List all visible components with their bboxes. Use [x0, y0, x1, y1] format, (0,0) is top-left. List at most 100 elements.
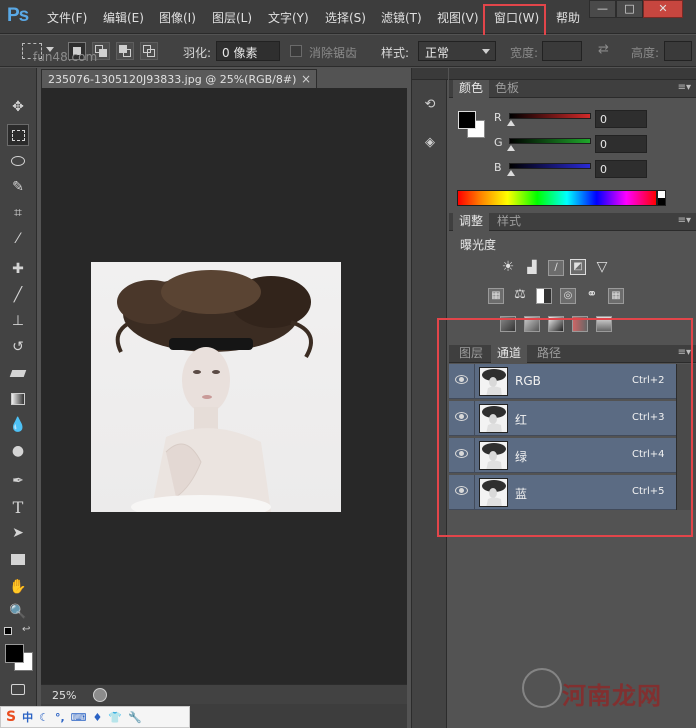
blue-slider[interactable]	[509, 163, 591, 169]
close-window-button[interactable]: ✕	[643, 0, 683, 18]
channels-highlight-box	[437, 318, 693, 537]
color-spectrum-ramp[interactable]	[457, 190, 657, 206]
brightness-contrast-icon[interactable]: ☀	[500, 260, 516, 276]
foreground-color-swatch[interactable]	[5, 644, 24, 663]
channel-mixer-icon[interactable]: ⚭	[584, 288, 600, 304]
menu-edit[interactable]: 编辑(E)	[103, 9, 144, 26]
type-tool-icon[interactable]: T	[7, 496, 29, 518]
canvas-area[interactable]	[41, 88, 407, 684]
panel-foreground-swatch[interactable]	[458, 111, 476, 129]
zoom-tool-icon[interactable]: 🔍	[7, 601, 29, 623]
clone-stamp-tool-icon[interactable]: ⊥	[7, 310, 29, 332]
minimize-button[interactable]: —	[589, 0, 616, 18]
close-document-icon[interactable]: ×	[301, 72, 311, 86]
red-value-input[interactable]: 0	[595, 110, 647, 128]
adjustments-panel-menu-icon[interactable]: ≡▾	[678, 215, 691, 226]
width-label: 宽度:	[510, 46, 539, 60]
eyedropper-tool-icon[interactable]: ⁄	[7, 228, 29, 250]
color-panel-menu-icon[interactable]: ≡▾	[678, 82, 691, 93]
eraser-tool-icon[interactable]	[7, 362, 29, 384]
sogou-logo[interactable]: S	[6, 709, 16, 725]
black-white-ramp[interactable]	[657, 190, 666, 206]
exposure-icon[interactable]: ◩	[570, 259, 586, 275]
menu-type[interactable]: 文字(Y)	[268, 9, 309, 26]
swap-colors-icon[interactable]: ↩	[22, 624, 30, 635]
intersect-selection-button[interactable]	[140, 42, 158, 60]
pen-tool-icon[interactable]: ✒	[7, 470, 29, 492]
default-colors-icon[interactable]	[4, 627, 12, 635]
tab-color[interactable]: 颜色	[453, 80, 490, 98]
keyboard-icon[interactable]: ⌨	[71, 711, 87, 724]
menu-select[interactable]: 选择(S)	[325, 9, 366, 26]
swap-dimensions-icon[interactable]: ⇄	[598, 42, 609, 57]
antialias-checkbox[interactable]	[290, 45, 302, 57]
levels-icon[interactable]: ▟	[524, 260, 540, 276]
subtract-selection-button[interactable]	[116, 42, 134, 60]
blue-channel-label: B	[494, 161, 502, 174]
history-brush-tool-icon[interactable]: ↺	[7, 336, 29, 358]
document-info-icon[interactable]	[93, 688, 107, 702]
menu-image[interactable]: 图像(I)	[159, 9, 196, 26]
style-select[interactable]: 正常	[418, 41, 496, 61]
history-panel-icon[interactable]: ⟲	[420, 94, 440, 114]
vibrance-icon[interactable]: ▽	[594, 260, 610, 276]
crop-tool-icon[interactable]: ⌗	[7, 202, 29, 224]
menu-view[interactable]: 视图(V)	[437, 9, 479, 26]
moon-icon[interactable]: ☾	[39, 711, 49, 724]
dock-collapse-bar[interactable]	[412, 68, 448, 80]
height-input[interactable]	[664, 41, 692, 61]
marquee-tool-icon[interactable]	[7, 124, 29, 146]
voice-icon[interactable]: ♦	[93, 711, 103, 724]
red-slider[interactable]	[509, 113, 591, 119]
ime-language-toggle[interactable]: 中	[22, 709, 33, 725]
style-value: 正常	[425, 46, 450, 60]
green-value-input[interactable]: 0	[595, 135, 647, 153]
brush-tool-icon[interactable]: ╱	[7, 284, 29, 306]
punctuation-icon[interactable]: °,	[55, 711, 65, 724]
move-tool-icon[interactable]: ✥	[7, 96, 29, 118]
feather-input[interactable]: 0 像素	[216, 41, 280, 61]
red-slider-thumb[interactable]	[507, 120, 515, 126]
rectangle-tool-icon[interactable]	[7, 548, 29, 570]
zoom-level[interactable]: 25%	[52, 689, 76, 702]
adjustments-panel-tabs: 调整 样式 ≡▾	[449, 213, 696, 231]
tab-styles[interactable]: 样式	[491, 213, 527, 231]
menu-help[interactable]: 帮助	[556, 9, 580, 26]
gradient-tool-icon[interactable]	[7, 388, 29, 410]
site-watermark: fun48.com	[33, 50, 98, 64]
curves-icon[interactable]: ∕	[548, 260, 564, 276]
antialias-label: 消除锯齿	[309, 46, 358, 60]
photo-filter-icon[interactable]: ◎	[560, 288, 576, 304]
maximize-button[interactable]: □	[616, 0, 643, 18]
height-label: 高度:	[631, 46, 660, 60]
skin-icon[interactable]: 👕	[108, 711, 122, 724]
black-white-icon[interactable]	[536, 288, 552, 304]
quick-mask-icon[interactable]	[7, 678, 29, 700]
wrench-icon[interactable]: 🔧	[128, 711, 142, 724]
quick-select-tool-icon[interactable]: ✎	[7, 176, 29, 198]
style-chevron-down-icon	[482, 49, 490, 54]
lasso-tool-icon[interactable]	[7, 150, 29, 172]
blur-tool-icon[interactable]: 💧	[7, 414, 29, 436]
green-slider[interactable]	[509, 138, 591, 144]
blue-slider-thumb[interactable]	[507, 170, 515, 176]
healing-brush-tool-icon[interactable]: ✚	[7, 258, 29, 280]
hue-saturation-icon[interactable]: ▦	[488, 288, 504, 304]
width-input[interactable]	[542, 41, 582, 61]
green-slider-thumb[interactable]	[507, 145, 515, 151]
panels-collapse-bar[interactable]	[449, 68, 696, 80]
menu-filter[interactable]: 滤镜(T)	[381, 9, 422, 26]
green-channel-label: G	[494, 136, 503, 149]
path-select-tool-icon[interactable]: ➤	[7, 522, 29, 544]
tab-adjustments[interactable]: 调整	[453, 213, 490, 231]
dodge-tool-icon[interactable]: ●	[7, 440, 29, 462]
color-lookup-icon[interactable]: ▦	[608, 288, 624, 304]
menu-layer[interactable]: 图层(L)	[212, 9, 252, 26]
hand-tool-icon[interactable]: ✋	[7, 576, 29, 598]
blue-value-input[interactable]: 0	[595, 160, 647, 178]
document-tab[interactable]: 235076-1305120J93833.jpg @ 25%(RGB/8#) ×	[41, 69, 317, 88]
tab-swatches[interactable]: 色板	[489, 80, 525, 98]
menu-file[interactable]: 文件(F)	[47, 9, 87, 26]
3d-panel-icon[interactable]: ◈	[420, 132, 440, 152]
color-balance-icon[interactable]: ⚖	[512, 288, 528, 304]
